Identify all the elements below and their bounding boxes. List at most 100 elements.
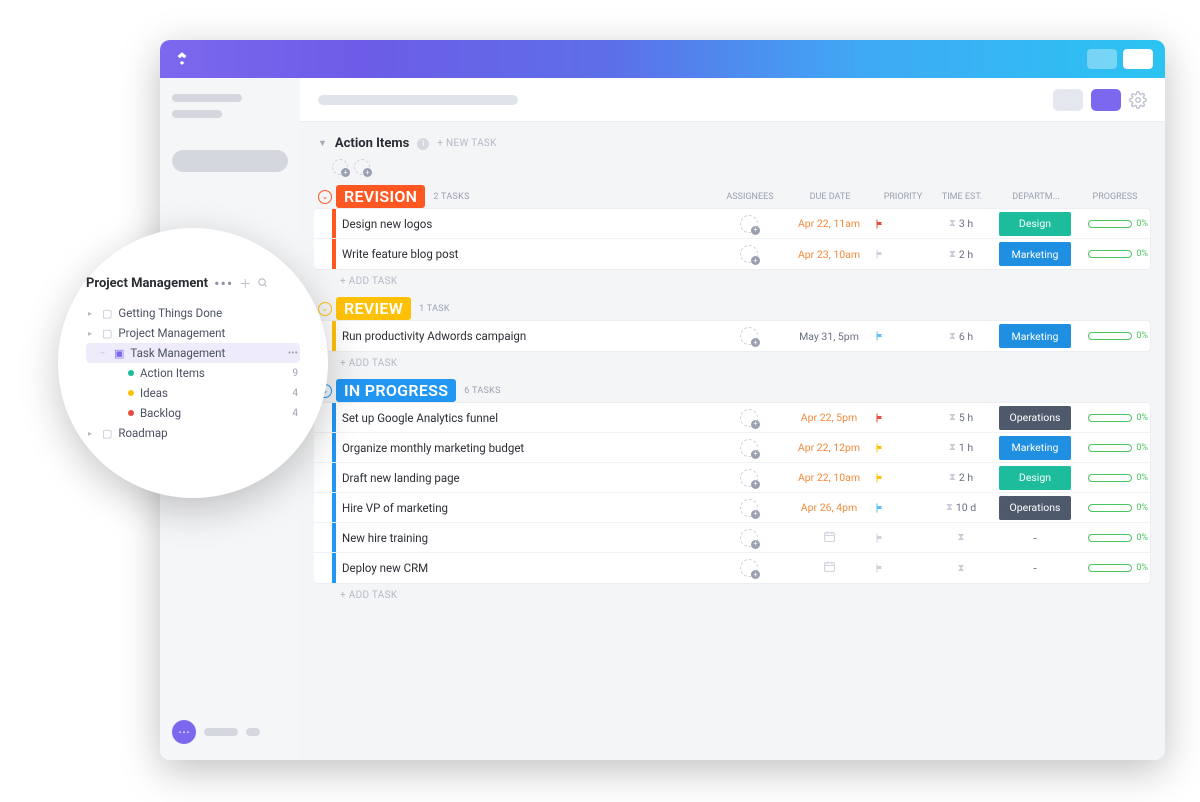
assignee-add-icon[interactable] [740,409,758,427]
task-row[interactable]: New hire training ⧗ - 0% [314,523,1150,553]
priority-flag-icon[interactable] [874,330,930,342]
progress-cell[interactable]: 0% [1078,249,1150,259]
group-status-label[interactable]: IN PROGRESS [336,379,456,402]
progress-cell[interactable]: 0% [1078,443,1150,453]
caret-icon[interactable]: ▸ [88,429,96,438]
task-name[interactable]: New hire training [336,524,714,552]
task-row[interactable]: Organize monthly marketing budget Apr 22… [314,433,1150,463]
progress-cell[interactable]: 0% [1078,413,1150,423]
add-task-button[interactable]: + ADD TASK [314,352,1151,371]
task-row[interactable]: Set up Google Analytics funnel Apr 22, 5… [314,403,1150,433]
view-toggle-1[interactable] [1053,89,1083,111]
due-date[interactable]: Apr 22, 11am [784,217,874,230]
tree-item[interactable]: Ideas4 [86,383,300,403]
task-row[interactable]: Design new logos Apr 22, 11am ⧗3 h Desig… [314,209,1150,239]
due-date-empty[interactable] [784,560,874,576]
due-date[interactable]: May 31, 5pm [784,330,874,343]
topbar-button-1[interactable] [1087,49,1117,69]
tree-item[interactable]: –▣Task Management••• [86,343,300,363]
progress-cell[interactable]: 0% [1078,219,1150,229]
due-date[interactable]: Apr 22, 12pm [784,441,874,454]
assignee-add-icon[interactable] [740,215,758,233]
department-tag[interactable]: Design [999,466,1071,490]
view-toggle-2[interactable] [1091,89,1121,111]
more-icon[interactable]: ••• [214,274,233,293]
group-status-label[interactable]: REVISION [336,185,425,208]
task-row[interactable]: Deploy new CRM ⧗ - 0% [314,553,1150,583]
progress-cell[interactable]: 0% [1078,503,1150,513]
department-tag[interactable]: Design [999,212,1071,236]
time-estimate[interactable]: ⧗2 h [930,471,992,484]
task-row[interactable]: Hire VP of marketing Apr 26, 4pm ⧗10 d O… [314,493,1150,523]
task-name[interactable]: Draft new landing page [336,464,714,492]
progress-cell[interactable]: 0% [1078,331,1150,341]
due-date[interactable]: Apr 22, 10am [784,471,874,484]
priority-flag-icon[interactable] [874,562,930,574]
time-estimate[interactable]: ⧗5 h [930,411,992,424]
add-assignee-icon[interactable] [354,159,370,175]
assignee-add-icon[interactable] [740,327,758,345]
tree-item[interactable]: ▸▢Project Management [86,323,300,343]
task-row[interactable]: Run productivity Adwords campaign May 31… [314,321,1150,351]
time-estimate[interactable]: ⧗1 h [930,441,992,454]
time-estimate[interactable]: ⧗6 h [930,330,992,343]
gear-icon[interactable] [1129,91,1147,109]
task-name[interactable]: Deploy new CRM [336,554,714,582]
tree-item[interactable]: Action Items9 [86,363,300,383]
tree-item[interactable]: ▸▢Roadmap [86,423,300,443]
time-estimate[interactable]: ⧗3 h [930,217,992,230]
assignee-add-icon[interactable] [740,499,758,517]
group-collapse-icon[interactable]: ⌄ [318,302,332,316]
search-icon[interactable] [257,277,268,291]
progress-cell[interactable]: 0% [1078,533,1150,543]
department-tag[interactable]: Marketing [999,436,1071,460]
due-date-empty[interactable] [784,530,874,546]
department-empty[interactable]: - [1033,531,1036,545]
group-collapse-icon[interactable]: ⌄ [318,190,332,204]
time-estimate[interactable]: ⧗2 h [930,248,992,261]
priority-flag-icon[interactable] [874,502,930,514]
department-tag[interactable]: Marketing [999,242,1071,266]
tree-item[interactable]: Backlog4 [86,403,300,423]
add-task-button[interactable]: + ADD TASK [314,270,1151,289]
due-date[interactable]: Apr 22, 5pm [784,411,874,424]
priority-flag-icon[interactable] [874,532,930,544]
assignee-add-icon[interactable] [740,245,758,263]
chat-icon[interactable]: ⋯ [172,720,196,744]
sidebar-search[interactable] [172,150,288,172]
task-name[interactable]: Design new logos [336,210,714,238]
priority-flag-icon[interactable] [874,472,930,484]
due-date[interactable]: Apr 23, 10am [784,248,874,261]
info-icon[interactable]: i [417,138,429,150]
time-estimate-empty[interactable]: ⧗ [930,532,992,543]
task-name[interactable]: Set up Google Analytics funnel [336,404,714,432]
priority-flag-icon[interactable] [874,248,930,260]
due-date[interactable]: Apr 26, 4pm [784,501,874,514]
caret-icon[interactable]: – [100,349,108,358]
task-row[interactable]: Write feature blog post Apr 23, 10am ⧗2 … [314,239,1150,269]
time-estimate[interactable]: ⧗10 d [930,501,992,514]
task-name[interactable]: Run productivity Adwords campaign [336,322,714,350]
caret-icon[interactable]: ▸ [88,309,96,318]
task-row[interactable]: Draft new landing page Apr 22, 10am ⧗2 h… [314,463,1150,493]
group-status-label[interactable]: REVIEW [336,297,411,320]
task-name[interactable]: Organize monthly marketing budget [336,434,714,462]
department-tag[interactable]: Operations [999,496,1071,520]
plus-icon[interactable]: ＋ [239,275,251,292]
time-estimate-empty[interactable]: ⧗ [930,563,992,574]
progress-cell[interactable]: 0% [1078,473,1150,483]
progress-cell[interactable]: 0% [1078,563,1150,573]
task-name[interactable]: Write feature blog post [336,240,714,268]
caret-icon[interactable]: ▸ [88,329,96,338]
new-task-button[interactable]: + NEW TASK [437,138,496,149]
collapse-caret-icon[interactable]: ▼ [318,138,327,149]
add-tag-icon[interactable] [332,159,348,175]
assignee-add-icon[interactable] [740,559,758,577]
tree-item[interactable]: ▸▢Getting Things Done [86,303,300,323]
assignee-add-icon[interactable] [740,439,758,457]
department-empty[interactable]: - [1033,561,1036,575]
topbar-button-2[interactable] [1123,49,1153,69]
assignee-add-icon[interactable] [740,529,758,547]
assignee-add-icon[interactable] [740,469,758,487]
task-name[interactable]: Hire VP of marketing [336,494,714,522]
